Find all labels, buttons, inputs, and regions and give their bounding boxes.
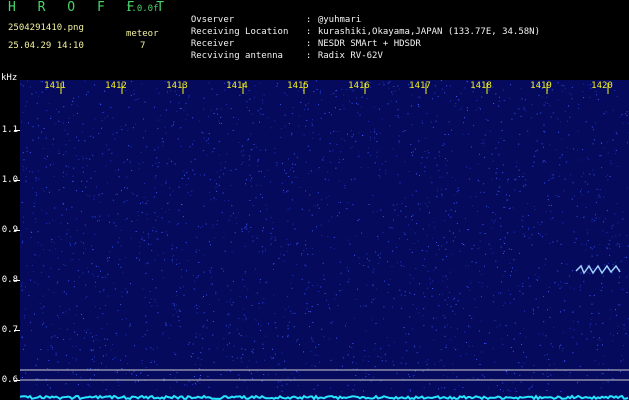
filename-label: 2504291410.png bbox=[8, 23, 84, 33]
frequency-axis: 1.1 1.0 0.9 0.8 0.7 0.6 bbox=[0, 80, 20, 400]
time-tick-label: 1414 bbox=[226, 81, 248, 91]
info-value: Radix RV-62V bbox=[317, 51, 383, 61]
time-tick-label: 1419 bbox=[530, 81, 552, 91]
version-label: 1.0.0f bbox=[126, 4, 159, 14]
time-tick-label: 1418 bbox=[470, 81, 492, 91]
meteor-count: 7 bbox=[140, 41, 146, 51]
time-axis: 1411 1412 1413 1414 1415 1416 1417 1418 … bbox=[20, 80, 629, 92]
time-tick-label: 1417 bbox=[409, 81, 431, 91]
info-row-antenna: Recviving antenna: Radix RV-62V bbox=[180, 38, 383, 62]
spectrogram-background bbox=[20, 80, 629, 400]
time-tick-label: 1411 bbox=[44, 81, 66, 91]
time-tick-label: 1415 bbox=[287, 81, 309, 91]
info-separator: : bbox=[305, 51, 312, 61]
time-tick-label: 1413 bbox=[166, 81, 188, 91]
info-key: Recviving antenna bbox=[190, 51, 283, 61]
spectrogram bbox=[20, 80, 629, 400]
meteor-label: meteor bbox=[126, 29, 159, 39]
datetime-label: 25.04.29 14:10 bbox=[8, 41, 84, 51]
time-tick-label: 1412 bbox=[105, 81, 127, 91]
time-tick-label: 1416 bbox=[348, 81, 370, 91]
time-tick-label: 1420 bbox=[591, 81, 613, 91]
